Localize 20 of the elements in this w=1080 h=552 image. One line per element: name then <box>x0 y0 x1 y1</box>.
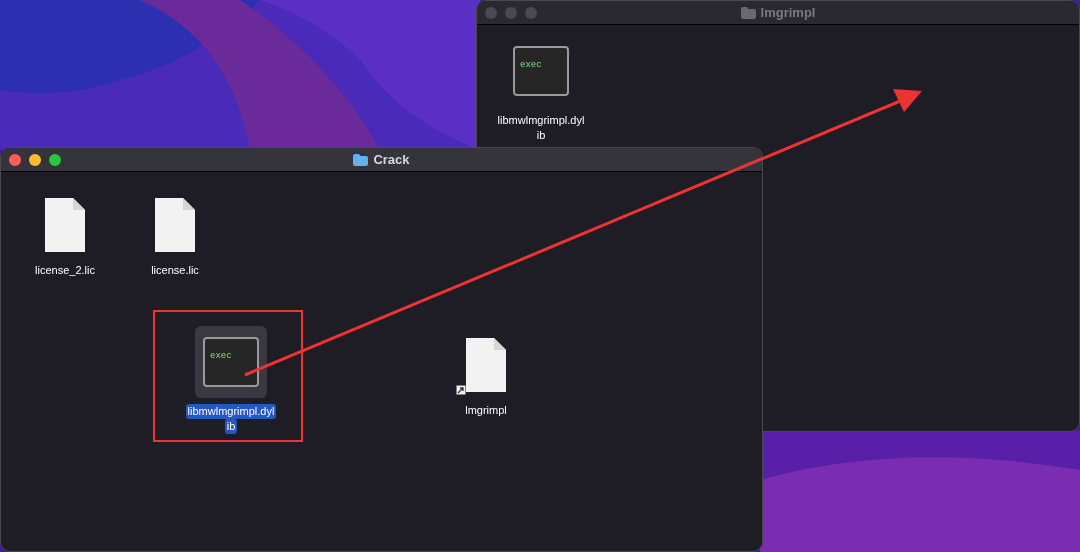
file-name: libmwlmgrimpl.dyl <box>496 113 586 128</box>
terminal-icon[interactable]: exec <box>513 46 569 96</box>
window-title: lmgrimpl <box>760 3 816 22</box>
file-name: license.lic <box>150 263 200 278</box>
document-icon[interactable] <box>153 196 197 254</box>
close-button[interactable] <box>9 153 21 166</box>
terminal-icon[interactable]: exec <box>203 337 259 387</box>
document-icon[interactable] <box>43 196 87 254</box>
file-name: ib <box>535 128 547 143</box>
minimize-button[interactable] <box>29 153 41 166</box>
folder-icon <box>740 6 756 19</box>
zoom-button[interactable] <box>49 153 61 166</box>
file-name: lmgrimpl <box>464 403 508 418</box>
file-name: ib <box>224 419 238 434</box>
file-name: libmwlmgrimpl.dyl <box>185 404 277 419</box>
file-name: license_2.lic <box>34 263 96 278</box>
document-icon[interactable] <box>464 336 508 394</box>
alias-arrow-icon <box>456 385 466 395</box>
folder-icon <box>353 153 369 166</box>
window-title: Crack <box>373 150 410 169</box>
